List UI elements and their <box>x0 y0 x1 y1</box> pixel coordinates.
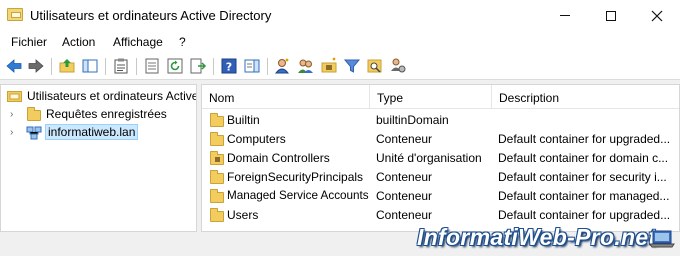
cell-type: Conteneur <box>376 132 433 146</box>
watermark: InformatiWeb-Pro.net <box>417 224 657 250</box>
new-user-icon[interactable] <box>274 57 292 75</box>
ou-folder-icon <box>210 151 224 165</box>
details-list: Nom Type Description Builtin builtinDoma… <box>201 84 680 232</box>
up-folder-icon[interactable] <box>58 57 76 75</box>
tree-item-label: Requêtes enregistrées <box>46 107 167 121</box>
cell-description: Default container for security i... <box>498 170 667 184</box>
cell-name: Builtin <box>227 113 260 127</box>
folder-icon <box>210 170 224 184</box>
export-list-icon[interactable] <box>189 57 207 75</box>
table-row[interactable]: Domain Controllers Unité d'organisation … <box>202 148 679 167</box>
chevron-right-icon[interactable]: › <box>10 127 13 138</box>
close-button[interactable] <box>634 0 680 31</box>
table-row[interactable]: Users Conteneur Default container for up… <box>202 205 679 224</box>
find-icon[interactable] <box>366 57 384 75</box>
table-row[interactable]: ForeignSecurityPrincipals Conteneur Defa… <box>202 167 679 186</box>
title-bar: Utilisateurs et ordinateurs Active Direc… <box>0 0 680 31</box>
cell-name: ForeignSecurityPrincipals <box>227 170 364 184</box>
close-icon <box>651 10 663 21</box>
cell-name: Managed Service Accounts <box>227 189 369 202</box>
svg-text:?: ? <box>226 61 232 74</box>
folder-icon <box>210 189 224 203</box>
cell-type: Conteneur <box>376 170 433 184</box>
cell-type: builtinDomain <box>376 113 449 127</box>
ad-console-icon <box>7 91 22 102</box>
app-folder-icon <box>7 8 23 21</box>
maximize-button[interactable] <box>588 0 634 31</box>
tree-item-domain[interactable]: › informatiweb.lan <box>1 123 196 141</box>
forward-arrow-icon[interactable] <box>27 57 45 75</box>
cell-type: Conteneur <box>376 189 433 203</box>
clipboard-icon[interactable] <box>112 57 130 75</box>
saved-queries-folder-icon <box>27 107 41 121</box>
cell-description: Default container for managed... <box>498 189 670 203</box>
filter-icon[interactable] <box>343 57 361 75</box>
folder-icon <box>210 113 224 127</box>
folder-icon <box>210 132 224 146</box>
cell-name: Computers <box>227 132 286 146</box>
menu-bar: Fichier Action Affichage ? <box>0 31 680 53</box>
menu-fichier[interactable]: Fichier <box>11 35 47 49</box>
tree-root-label: Utilisateurs et ordinateurs Active <box>27 89 197 103</box>
back-arrow-icon[interactable] <box>5 57 23 75</box>
minimize-button[interactable] <box>542 0 588 31</box>
tree-item-label: informatiweb.lan <box>45 124 139 140</box>
table-row[interactable]: Managed Service Accounts Conteneur Defau… <box>202 186 679 205</box>
toolbar-separator <box>51 58 52 75</box>
column-header-label: Nom <box>209 91 235 105</box>
menu-affichage[interactable]: Affichage <box>113 35 163 49</box>
toolbar-separator <box>105 58 106 75</box>
maximize-icon <box>606 10 616 21</box>
toolbar-separator <box>267 58 268 75</box>
chevron-right-icon[interactable]: › <box>10 109 13 120</box>
tree-root[interactable]: Utilisateurs et ordinateurs Active <box>1 87 197 105</box>
toolbar-separator <box>213 58 214 75</box>
cell-description: Default container for domain c... <box>498 151 669 165</box>
laptop-icon <box>649 230 675 248</box>
toolbar: ? <box>0 53 680 80</box>
table-row[interactable]: Builtin builtinDomain <box>202 110 679 129</box>
cell-name: Users <box>227 208 259 222</box>
tree-item-saved-queries[interactable]: › Requêtes enregistrées <box>1 105 196 123</box>
folder-icon <box>210 208 224 222</box>
column-header-label: Type <box>377 91 404 105</box>
cell-type: Conteneur <box>376 208 433 222</box>
cell-type: Unité d'organisation <box>376 151 482 165</box>
menu-action[interactable]: Action <box>62 35 95 49</box>
refresh-icon[interactable] <box>166 57 184 75</box>
window-title: Utilisateurs et ordinateurs Active Direc… <box>30 8 272 23</box>
help-icon[interactable]: ? <box>220 57 238 75</box>
column-header-description[interactable]: Description <box>492 85 679 109</box>
new-group-icon[interactable] <box>297 57 315 75</box>
domain-icon <box>26 126 42 140</box>
cell-description: Default container for upgraded... <box>498 132 670 146</box>
minimize-icon <box>560 15 570 16</box>
table-row[interactable]: Computers Conteneur Default container fo… <box>202 129 679 148</box>
show-action-pane-icon[interactable] <box>243 57 261 75</box>
cell-description: Default container for upgraded... <box>498 208 670 222</box>
properties-icon[interactable] <box>143 57 161 75</box>
column-header-type[interactable]: Type <box>370 85 492 109</box>
column-header-name[interactable]: Nom <box>202 85 370 109</box>
menu-help[interactable]: ? <box>179 35 186 49</box>
new-ou-icon[interactable] <box>320 57 338 75</box>
console-tree: Utilisateurs et ordinateurs Active › Req… <box>0 84 197 232</box>
cell-name: Domain Controllers <box>227 151 330 165</box>
toolbar-separator <box>136 58 137 75</box>
add-to-group-icon[interactable] <box>389 57 407 75</box>
column-header-label: Description <box>499 91 560 105</box>
show-console-tree-icon[interactable] <box>81 57 99 75</box>
